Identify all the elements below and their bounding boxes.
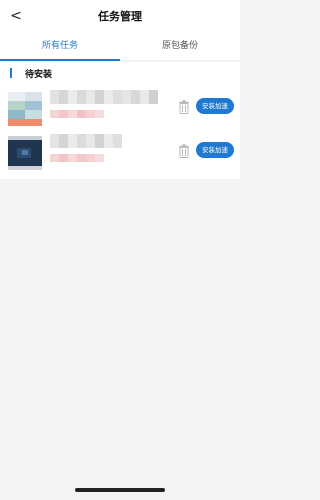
tab-active-indicator <box>0 59 120 61</box>
tab-bar: 所有任务 原包备份 <box>0 34 240 61</box>
tab-label: 原包备份 <box>161 41 198 51</box>
tab-original-backup[interactable]: 原包备份 <box>120 34 240 60</box>
install-accelerate-button[interactable]: 安装加速 <box>196 142 234 158</box>
trash-icon[interactable] <box>178 100 190 114</box>
section-title: 待安装 <box>25 70 53 80</box>
install-accelerate-button[interactable]: 安装加速 <box>196 98 234 114</box>
app-icon <box>8 92 42 126</box>
tab-all-tasks[interactable]: 所有任务 <box>0 34 120 61</box>
home-indicator <box>75 488 165 492</box>
app-name-redacted <box>50 90 158 118</box>
page-title: 任务管理 <box>98 10 142 23</box>
section-accent-bar <box>10 68 12 78</box>
trash-icon[interactable] <box>178 144 190 158</box>
app-name-redacted <box>50 134 122 162</box>
pending-install-card: 待安装 安装加速 安装加速 <box>0 62 240 179</box>
list-item[interactable]: 安装加速 <box>0 132 240 176</box>
tab-label: 所有任务 <box>41 41 78 51</box>
list-item[interactable]: 安装加速 <box>0 88 240 132</box>
app-icon <box>8 136 42 170</box>
top-bar: < 任务管理 <box>0 0 240 34</box>
